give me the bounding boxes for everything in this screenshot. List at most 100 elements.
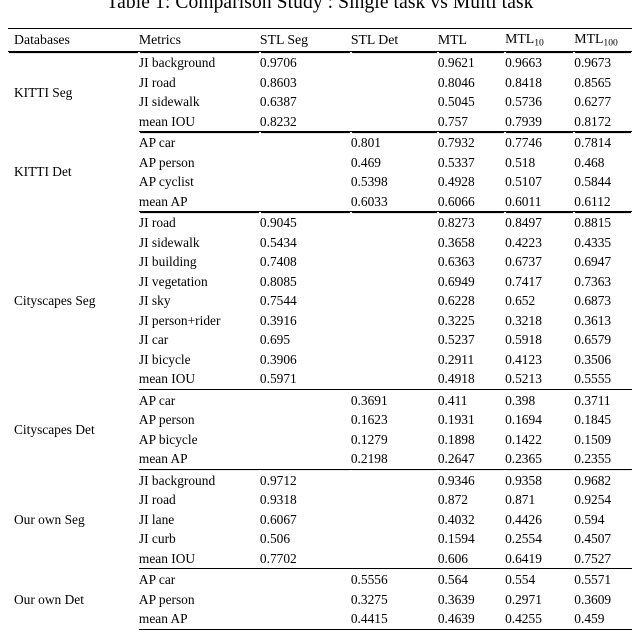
metric-name: AP person	[138, 591, 195, 607]
metric-name: JI car	[138, 332, 169, 348]
cell-stl-seg	[259, 191, 351, 212]
cell-mtl100: 0.9673	[574, 55, 612, 71]
cell-mtl10: 0.5918	[505, 332, 542, 348]
cell-mtl: 0.1931	[437, 412, 475, 428]
cell-stl-seg: 0.5971	[259, 369, 351, 390]
cell-mtl: 0.4639	[437, 609, 506, 630]
column-header-mtl100: MTL100	[574, 28, 632, 52]
cell-mtl100: 0.7527	[574, 548, 632, 569]
cell-mtl: 0.5045	[437, 94, 475, 110]
metric-name: AP cyclist	[138, 174, 194, 190]
table-page: Table 1: Comparison Study : Single task …	[0, 0, 640, 630]
cell-stl-det: 0.4415	[350, 609, 438, 630]
cell-stl-seg: 0.5434	[259, 234, 297, 250]
cell-stl-seg: 0.8603	[259, 74, 297, 90]
cell-mtl100: 0.5571	[574, 572, 612, 588]
cell-stl-det: 0.5398	[350, 174, 388, 190]
cell-mtl100: 0.468	[574, 154, 605, 170]
cell-stl-seg	[260, 172, 351, 192]
database-label: Cityscapes Seg	[14, 293, 96, 309]
metric-name: AP car	[138, 572, 176, 588]
cell-mtl10: 0.4123	[505, 351, 542, 367]
cell-mtl100: 0.4507	[574, 531, 612, 547]
cell-mtl: 0.872	[437, 492, 468, 508]
metric-name: AP person	[138, 154, 195, 170]
cell-mtl: 0.1898	[437, 431, 475, 447]
column-header-mtl: MTL	[437, 28, 506, 52]
cell-mtl10: 0.4426	[505, 511, 542, 527]
table-row: Cityscapes Det AP car 0.3691 0.411 0.398 0.37…	[8, 389, 632, 436]
metric-name: JI background	[138, 55, 216, 71]
cell-mtl: 0.3225	[437, 312, 475, 328]
cell-mtl10: 0.554	[505, 572, 536, 588]
cell-mtl10: 0.5736	[505, 94, 542, 110]
cell-mtl10: 0.3218	[505, 312, 542, 328]
cell-mtl10: 0.398	[505, 392, 536, 408]
column-header-subscript: 10	[534, 37, 544, 49]
table-row: KITTI Seg JI background 0.9706 0.9621 0.9663…	[8, 52, 632, 99]
cell-stl-det	[350, 548, 438, 569]
column-header-stl-seg: STL Seg	[259, 28, 351, 52]
metric-name: JI road	[138, 74, 176, 90]
cell-mtl10: 0.871	[505, 492, 536, 508]
cell-mtl10: 0.518	[505, 154, 536, 170]
cell-stl-seg	[260, 153, 351, 173]
cell-stl-seg: 0.9318	[259, 492, 297, 508]
cell-stl-seg: 0.9712	[259, 472, 297, 488]
comparison-study-table: Databases Metrics STL Seg STL Det MTL MTL10 MT…	[8, 28, 632, 630]
metric-name: JI lane	[138, 511, 175, 527]
cell-mtl: 0.7932	[437, 135, 475, 151]
cell-stl-seg	[260, 569, 351, 590]
cell-mtl: 0.3639	[437, 591, 475, 607]
metric-name: JI sidewalk	[138, 234, 200, 250]
cell-mtl100: 0.1845	[574, 412, 612, 428]
cell-mtl100: 0.8172	[574, 111, 632, 132]
table-row: Cityscapes Seg JI road 0.9045 0.8273 0.8497 0…	[8, 212, 632, 307]
metric-name: JI road	[138, 492, 176, 508]
metric-name: AP car	[138, 392, 176, 408]
table-header-row: Databases Metrics STL Seg STL Det MTL MTL10 MT…	[8, 28, 632, 52]
cell-mtl100: 0.8815	[574, 215, 612, 231]
cell-mtl10: 0.9663	[505, 55, 542, 71]
cell-mtl100: 0.9254	[574, 492, 612, 508]
cell-mtl100: 0.3506	[574, 351, 612, 367]
column-header-stl-det: STL Det	[350, 28, 438, 52]
metric-name: AP car	[138, 135, 176, 151]
cell-mtl: 0.606	[437, 548, 506, 569]
cell-mtl10: 0.6737	[505, 254, 542, 270]
cell-mtl: 0.6228	[437, 293, 475, 309]
cell-stl-seg: 0.7408	[259, 254, 297, 270]
cell-stl-det: 0.1279	[350, 431, 388, 447]
cell-stl-seg: 0.8085	[259, 273, 297, 289]
cell-stl-det: 0.5556	[350, 572, 388, 588]
cell-mtl100: 0.7814	[574, 135, 612, 151]
cell-stl-det	[351, 291, 438, 311]
cell-mtl100: 0.3613	[574, 312, 612, 328]
metric-name: JI sky	[138, 293, 171, 309]
metric-name: AP person	[138, 412, 195, 428]
column-header-mtl10: MTL10	[505, 28, 575, 52]
cell-stl-seg	[260, 132, 351, 153]
cell-mtl: 0.3658	[437, 234, 475, 250]
metric-name: JI sidewalk	[138, 94, 200, 110]
cell-stl-seg: 0.3906	[259, 351, 297, 367]
cell-mtl100: 0.594	[574, 511, 605, 527]
cell-stl-seg: 0.8232	[259, 111, 351, 132]
cell-stl-det	[350, 369, 438, 390]
cell-stl-seg	[260, 389, 351, 410]
cell-mtl10: 0.652	[505, 293, 536, 309]
cell-mtl: 0.8273	[437, 215, 475, 231]
cell-stl-det: 0.2198	[350, 449, 438, 470]
cell-mtl10: 0.7417	[505, 273, 542, 289]
database-label: Our own Det	[14, 591, 84, 607]
cell-mtl100: 0.3609	[574, 591, 612, 607]
cell-mtl10: 0.4255	[505, 609, 575, 630]
cell-stl-det	[351, 529, 438, 549]
cell-stl-det	[351, 330, 438, 350]
cell-mtl10: 0.8497	[505, 215, 542, 231]
cell-mtl: 0.5337	[437, 154, 475, 170]
cell-stl-det	[351, 469, 438, 490]
database-label: Our own Seg	[14, 511, 85, 527]
cell-stl-det	[350, 111, 438, 132]
cell-mtl100: 0.8565	[574, 74, 612, 90]
